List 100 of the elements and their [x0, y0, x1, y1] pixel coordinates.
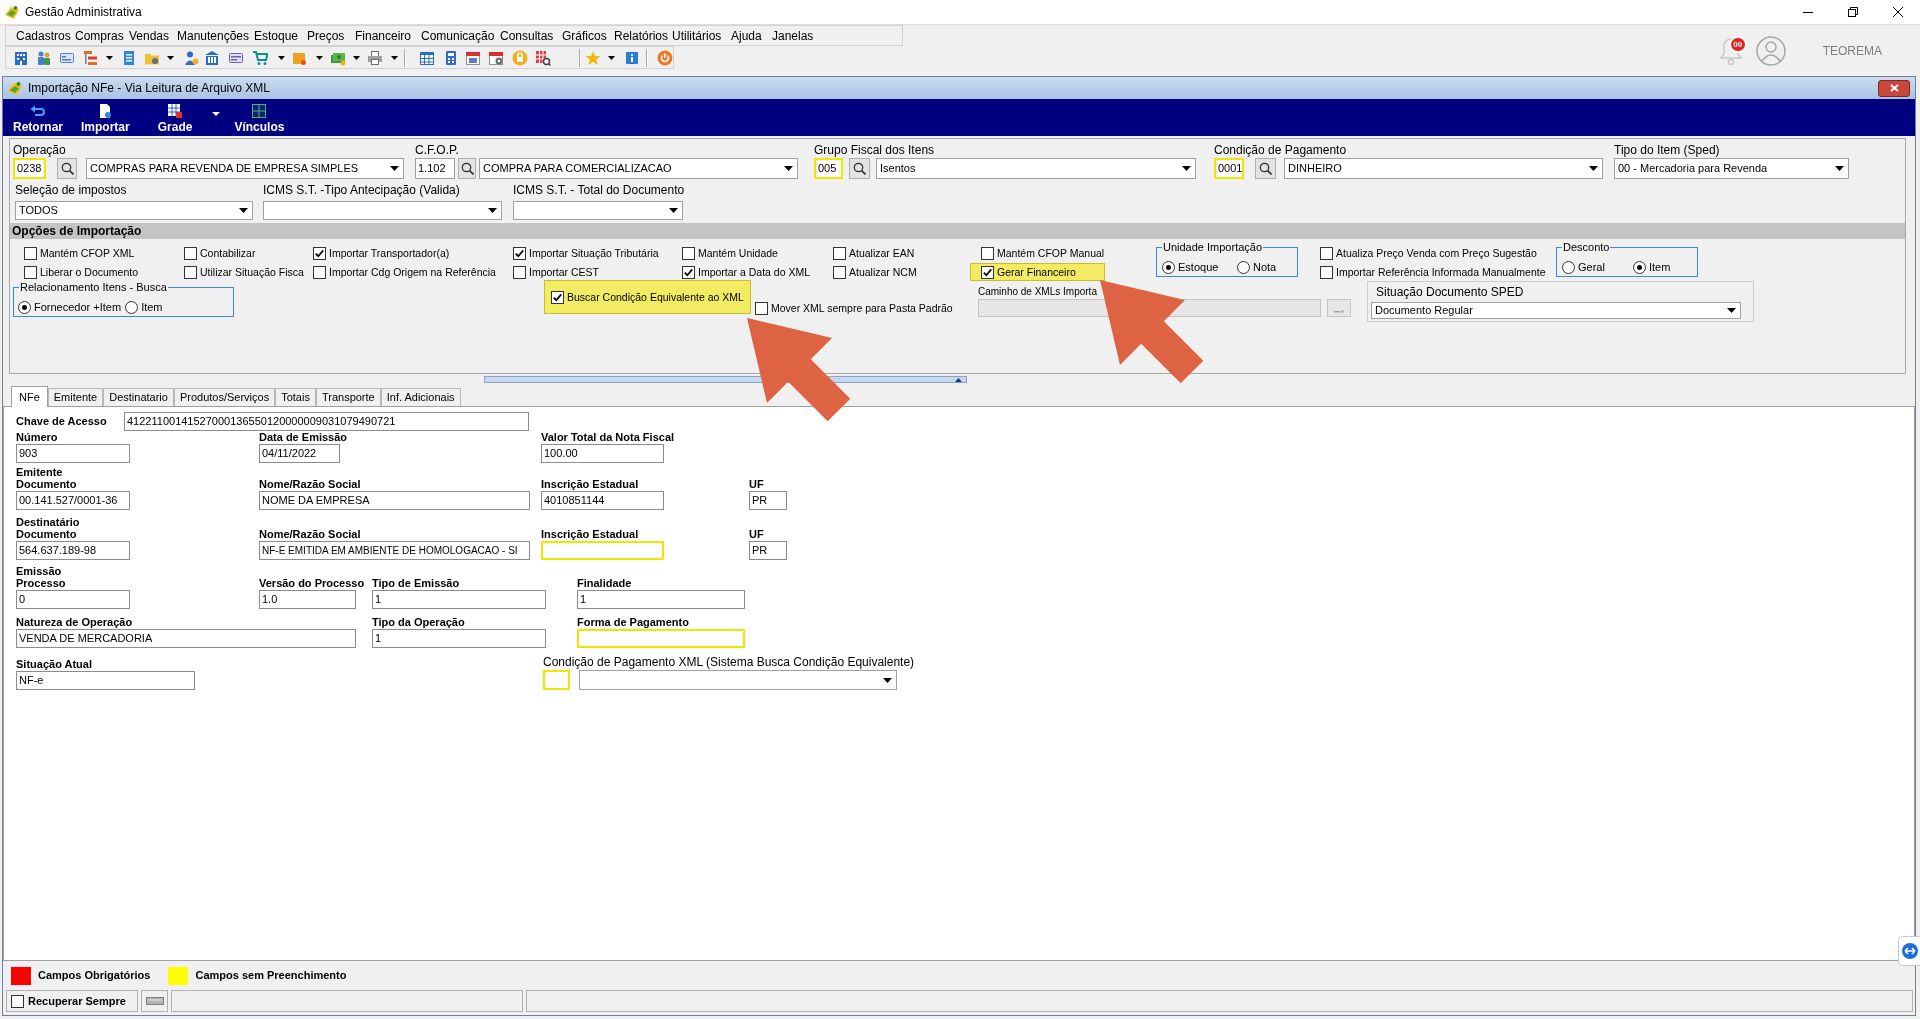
checkbox[interactable]	[313, 265, 326, 279]
caret-down-icon[interactable]	[669, 208, 678, 213]
building-icon[interactable]	[13, 49, 29, 66]
printer-icon[interactable]	[367, 49, 383, 66]
text-field[interactable]: 1	[577, 590, 745, 609]
text-field[interactable]: 1	[372, 629, 546, 648]
menu-item[interactable]: Vendas	[129, 26, 177, 45]
text-field[interactable]: NOME DA EMPRESA	[259, 491, 530, 510]
code-field[interactable]: 005	[814, 158, 843, 179]
checkbox[interactable]	[184, 265, 197, 279]
text-field[interactable]: 1.0	[259, 590, 356, 609]
tab[interactable]: NFe	[11, 386, 48, 407]
return-arrow-icon[interactable]	[30, 103, 46, 119]
menu-item[interactable]: Compras	[75, 26, 129, 45]
text-field[interactable]: PR	[749, 541, 787, 560]
toolbar-button[interactable]: Importar	[81, 99, 130, 136]
text-field[interactable]: 903	[16, 444, 130, 463]
tab[interactable]: Inf. Adicionais	[380, 388, 461, 406]
caret-down-icon[interactable]	[1589, 166, 1598, 171]
menu-item[interactable]: Janelas	[772, 26, 820, 45]
checkbox[interactable]	[24, 246, 37, 260]
menu-item[interactable]: Financeiro	[355, 26, 421, 45]
info-icon[interactable]	[624, 49, 640, 66]
dropdown[interactable]: COMPRA PARA COMERCIALIZACAO	[479, 158, 798, 179]
menu-item[interactable]: Gráficos	[562, 26, 614, 45]
menu-item[interactable]: Utilitários	[672, 26, 731, 45]
caret-down-icon[interactable]	[212, 112, 221, 116]
bell-icon[interactable]	[1717, 35, 1744, 66]
tab[interactable]: Produtos/Serviços	[173, 388, 276, 406]
star-icon[interactable]	[585, 49, 601, 66]
table-icon[interactable]	[251, 103, 268, 119]
checkbox[interactable]	[833, 265, 846, 279]
radio-button[interactable]	[1562, 261, 1575, 274]
person-icon[interactable]	[183, 49, 199, 66]
caret-down-icon[interactable]	[239, 208, 248, 213]
bank-icon[interactable]	[204, 49, 220, 66]
close-icon[interactable]	[1892, 7, 1903, 17]
checkbox[interactable]	[513, 265, 526, 279]
text-field[interactable]: 100.00	[541, 444, 664, 463]
dropdown[interactable]: Documento Regular	[1371, 302, 1741, 319]
checkbox[interactable]	[981, 246, 994, 260]
caret-down-icon[interactable]	[1727, 308, 1736, 313]
dash-dot-icon[interactable]	[1334, 309, 1344, 313]
calendar-icon[interactable]	[465, 49, 481, 66]
text-field[interactable]	[577, 629, 745, 648]
caret-down-icon[interactable]	[167, 55, 174, 60]
caret-down-icon[interactable]	[883, 677, 892, 683]
toolbar-button[interactable]: Retornar	[13, 99, 63, 136]
calendar-gear-icon[interactable]	[488, 49, 504, 66]
radio-button[interactable]	[1162, 261, 1175, 274]
cart-icon[interactable]	[252, 49, 268, 66]
checkbox[interactable]	[513, 246, 526, 260]
text-field[interactable]	[541, 541, 664, 560]
search-icon[interactable]	[460, 162, 474, 175]
caret-down-icon[interactable]	[316, 55, 323, 60]
checkbox[interactable]	[313, 246, 326, 260]
text-field[interactable]: 00.141.527/0001-36	[16, 491, 130, 510]
caret-down-icon[interactable]	[608, 55, 615, 60]
code-field[interactable]	[543, 670, 570, 690]
radio-button[interactable]	[1237, 261, 1250, 274]
text-field[interactable]: 1	[372, 590, 546, 609]
dropdown[interactable]: Isentos	[876, 158, 1196, 179]
tab[interactable]: Destinatario	[103, 388, 174, 406]
dropdown[interactable]: 00 - Mercadoria para Revenda	[1614, 158, 1849, 179]
text-field[interactable]: 564.637.189-98	[16, 541, 130, 560]
checkbox[interactable]	[682, 246, 695, 260]
checkbox[interactable]	[551, 290, 564, 304]
code-field[interactable]: 1.102	[415, 158, 455, 179]
radio-button[interactable]	[125, 301, 139, 314]
checkbox[interactable]	[24, 265, 37, 279]
text-field[interactable]: 04/11/2022	[259, 444, 340, 463]
toolbar-button[interactable]: Grade	[157, 99, 193, 136]
code-field[interactable]: 0238	[13, 158, 46, 179]
checkbox[interactable]	[1320, 246, 1333, 260]
caret-down-icon[interactable]	[390, 166, 399, 171]
menu-item[interactable]: Ajuda	[731, 26, 772, 45]
text-field[interactable]: NF-e	[16, 671, 195, 690]
caret-down-icon[interactable]	[488, 208, 497, 213]
checkbox[interactable]	[981, 265, 994, 279]
caret-down-icon[interactable]	[1182, 166, 1191, 171]
caret-down-icon[interactable]	[106, 55, 113, 60]
caret-down-icon[interactable]	[391, 55, 398, 60]
menu-item[interactable]: Cadastros	[16, 26, 75, 45]
tab[interactable]: Transporte	[315, 388, 381, 406]
people-icon[interactable]	[36, 49, 52, 66]
caret-down-icon[interactable]	[278, 55, 285, 60]
caret-down-icon[interactable]	[784, 166, 793, 171]
grid-search-icon[interactable]	[535, 49, 551, 66]
text-field[interactable]: VENDA DE MERCADORIA	[16, 629, 356, 648]
checkbox[interactable]	[833, 246, 846, 260]
text-field[interactable]: 41221100141527000136550120000009031079490721	[124, 412, 529, 431]
dropdown[interactable]: COMPRAS PARA REVENDA DE EMPRESA SIMPLES	[86, 158, 404, 179]
menu-item[interactable]: Preços	[307, 26, 355, 45]
calculator-icon[interactable]	[443, 49, 459, 66]
code-field[interactable]: 0001	[1214, 158, 1244, 179]
text-field[interactable]: 4010851144	[541, 491, 664, 510]
menu-item[interactable]: Consultas	[500, 26, 562, 45]
search-button[interactable]	[458, 158, 476, 179]
restore-icon[interactable]	[1847, 7, 1858, 17]
toolbar-button[interactable]: Vínculos	[234, 99, 285, 136]
